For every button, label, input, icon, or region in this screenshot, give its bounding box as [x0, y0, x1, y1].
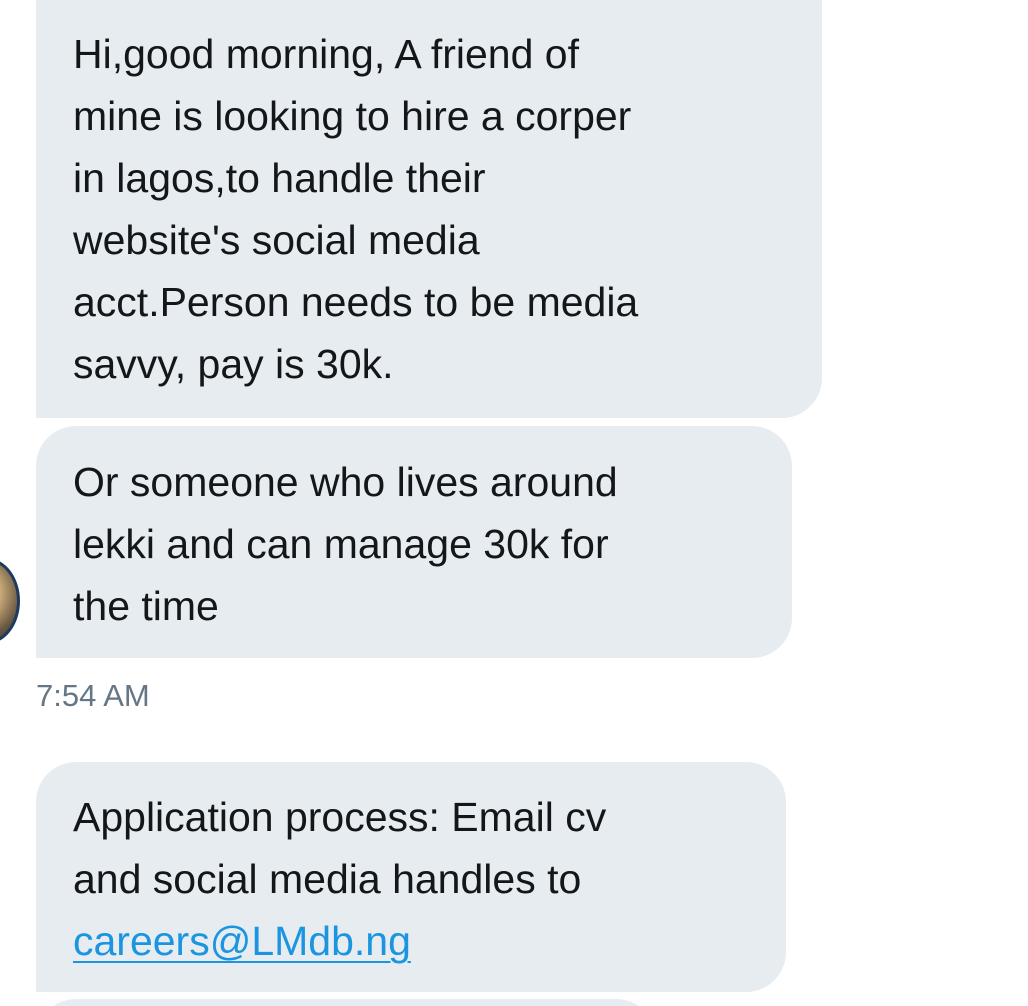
conversation-thread: Hi,good morning, A friend of mine is loo… [0, 0, 1028, 1006]
message-text: Application process: Email cv and social… [73, 794, 607, 902]
message-timestamp: 7:54 AM [36, 678, 150, 713]
email-link[interactable]: careers@LMdb.ng [73, 918, 411, 964]
message-text: Hi,good morning, A friend of mine is loo… [73, 31, 639, 387]
message-bubble[interactable]: Hi,good morning, A friend of mine is loo… [36, 0, 822, 418]
sender-avatar[interactable] [0, 558, 20, 644]
message-bubble[interactable]: Or someone who lives around lekki and ca… [36, 426, 792, 658]
message-bubble-partial[interactable] [36, 999, 656, 1006]
message-bubble[interactable]: Application process: Email cv and social… [36, 762, 786, 992]
message-text: Or someone who lives around lekki and ca… [73, 459, 618, 629]
